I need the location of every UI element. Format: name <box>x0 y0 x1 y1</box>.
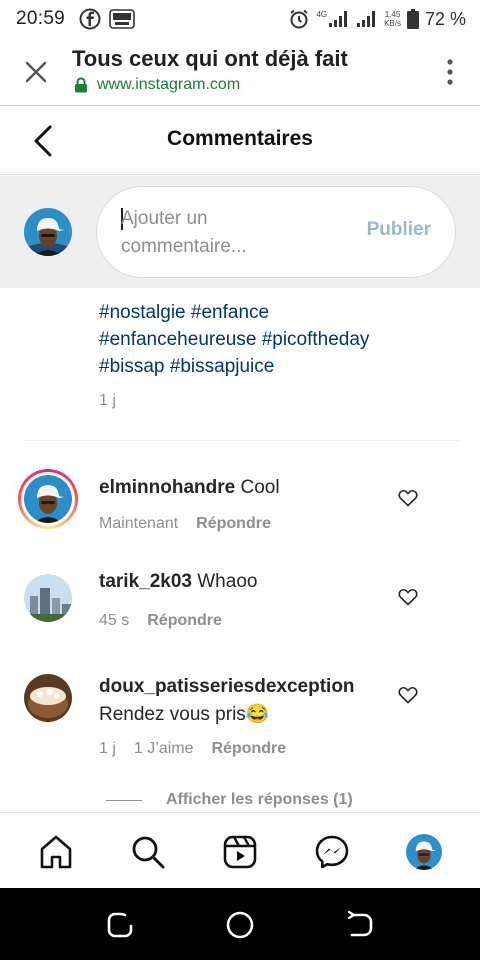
story-ring[interactable] <box>18 469 78 529</box>
comment-body: Cool <box>240 477 280 498</box>
reply-button[interactable]: Répondre <box>196 515 271 533</box>
network-speed-value: 1.45 <box>384 10 401 19</box>
network-speed: 1.45 KB/s <box>384 10 401 28</box>
heart-icon[interactable] <box>398 686 418 704</box>
status-bar: 20:59 4G 1.45 KB/s 72 % <box>0 0 480 38</box>
signal-icon <box>357 11 376 27</box>
heart-icon[interactable] <box>398 489 418 507</box>
caption-hashtags: #nostalgie #enfance #enfanceheureuse #pi… <box>99 299 439 380</box>
comment-placeholder: Ajouter un commentaire... <box>121 208 247 257</box>
comment-input[interactable]: Ajouter un commentaire... Publier <box>96 186 456 278</box>
brawl-stars-icon <box>109 9 135 29</box>
comment-body: Whaoo <box>197 571 258 592</box>
tab-profile[interactable] <box>405 833 443 871</box>
url-text: www.instagram.com <box>97 76 241 93</box>
header-title: Commentaires <box>167 127 313 150</box>
status-left-icons <box>79 8 135 30</box>
publish-button[interactable]: Publier <box>367 219 431 241</box>
profile-avatar <box>406 834 442 870</box>
recent-apps-icon[interactable] <box>105 910 135 940</box>
home-icon <box>40 835 72 869</box>
tab-search[interactable] <box>129 833 167 871</box>
avatar[interactable] <box>24 574 72 622</box>
comment-likes[interactable]: 1 J’aime <box>134 740 194 758</box>
replies-line <box>106 799 142 801</box>
comment-text: elminnohandre Cool <box>99 474 399 502</box>
comment-username[interactable]: elminnohandre <box>99 477 235 498</box>
more-vertical-icon[interactable] <box>444 58 456 86</box>
view-replies-label: Afficher les réponses (1) <box>166 791 353 808</box>
comment-time: Maintenant <box>99 515 179 532</box>
lock-icon <box>75 77 87 93</box>
reply-button[interactable]: Répondre <box>147 612 222 630</box>
comment-username[interactable]: tarik_2k03 <box>99 571 192 592</box>
avatar[interactable] <box>24 674 72 722</box>
comment-body: Rendez vous pris😂 <box>99 704 270 725</box>
search-icon <box>132 836 165 869</box>
network-tag: 4G <box>316 10 328 19</box>
comment-meta: 1 j 1 J’aime Répondre <box>99 740 286 758</box>
battery-percentage: 72 % <box>424 8 466 29</box>
page-title: Tous ceux qui ont déjà fait <box>72 46 348 71</box>
reply-button[interactable]: Répondre <box>211 740 286 758</box>
comments-header: Commentaires <box>0 107 480 175</box>
tab-reels[interactable] <box>221 833 259 871</box>
alarm-icon <box>290 9 309 29</box>
signal-icon <box>329 11 348 27</box>
battery-icon <box>406 9 419 29</box>
heart-icon[interactable] <box>398 588 418 606</box>
status-right: 4G 1.45 KB/s 72 % <box>288 8 466 30</box>
close-icon[interactable] <box>22 58 50 86</box>
comment-time: 45 s <box>99 612 130 629</box>
comment-username[interactable]: doux_patisseriesdexception <box>99 676 355 697</box>
avatar <box>24 475 72 523</box>
home-button-icon[interactable] <box>225 910 255 940</box>
bottom-tab-bar <box>0 812 480 888</box>
facebook-icon <box>79 8 101 30</box>
divider <box>24 440 459 441</box>
comment-text: tarik_2k03 Whaoo <box>99 568 399 596</box>
reels-icon <box>223 835 257 869</box>
messenger-icon <box>315 835 349 869</box>
avatar <box>24 208 72 256</box>
url-row[interactable]: www.instagram.com <box>74 76 240 94</box>
tab-messenger[interactable] <box>313 833 351 871</box>
comments-feed[interactable]: #nostalgie #enfance #enfanceheureuse #pi… <box>0 289 480 812</box>
hashtag-line[interactable]: #bissap #bissapjuice <box>99 353 439 380</box>
back-button-icon[interactable] <box>345 910 375 940</box>
system-nav-bar <box>0 888 480 960</box>
hashtag-line[interactable]: #enfanceheureuse #picoftheday <box>99 326 439 353</box>
comment-meta: Maintenant Répondre <box>99 515 271 533</box>
view-replies-button[interactable]: Afficher les réponses (1) <box>106 791 353 809</box>
status-time: 20:59 <box>16 8 66 29</box>
comment-meta: 45 s Répondre <box>99 612 222 630</box>
comment-text: doux_patisseriesdexception Rendez vous p… <box>99 673 399 729</box>
tab-home[interactable] <box>37 833 75 871</box>
hashtag-line[interactable]: #nostalgie #enfance <box>99 299 439 326</box>
browser-bar: Tous ceux qui ont déjà fait www.instagra… <box>0 38 480 106</box>
comment-composer: Ajouter un commentaire... Publier <box>0 176 480 288</box>
comment-time: 1 j <box>99 740 116 757</box>
caption-time: 1 j <box>99 392 116 409</box>
network-speed-unit: KB/s <box>384 19 401 28</box>
